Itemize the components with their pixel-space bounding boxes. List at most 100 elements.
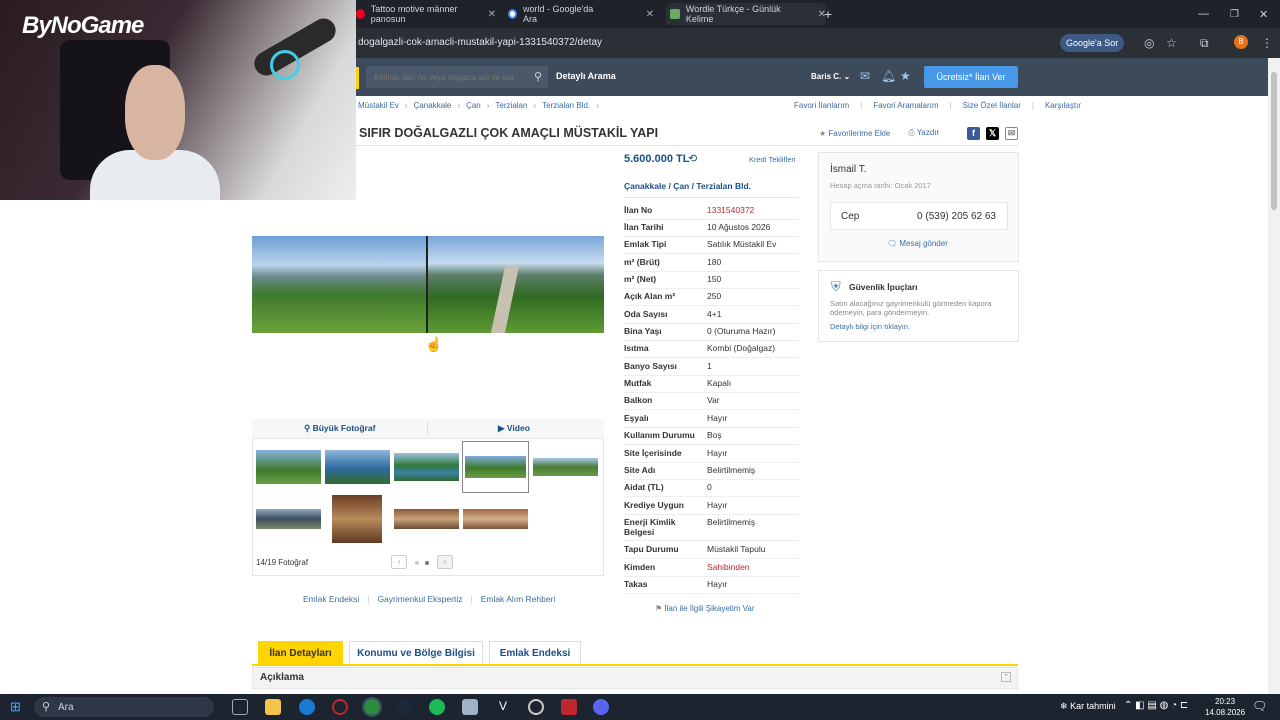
- pager-dot[interactable]: [415, 561, 419, 565]
- minimize-icon[interactable]: —: [1198, 3, 1209, 25]
- valorant-icon[interactable]: V: [495, 699, 511, 715]
- breadcrumb-item[interactable]: Terzialan: [495, 101, 527, 110]
- google-sor-label: Google'a Sor: [1066, 38, 1119, 48]
- spotify-icon[interactable]: [429, 699, 445, 715]
- bookmark-star-icon[interactable]: ☆: [1166, 36, 1177, 50]
- mesaj-gonder-button[interactable]: 🗨︎ Mesaj gönder: [887, 239, 948, 248]
- page-scrollbar[interactable]: [1268, 58, 1280, 694]
- task-view-icon[interactable]: [232, 699, 248, 715]
- seller-name[interactable]: İsmail T.: [830, 164, 867, 175]
- breadcrumb-item[interactable]: Çan: [466, 101, 481, 110]
- facebook-share-icon[interactable]: f: [967, 127, 980, 140]
- prev-photo-button[interactable]: ‹: [391, 555, 407, 569]
- location-neighborhood[interactable]: Terzialan Bld.: [696, 181, 751, 191]
- property-key: Balkon: [624, 395, 653, 405]
- scrollbar-thumb[interactable]: [1271, 72, 1277, 210]
- thumbnail[interactable]: [532, 457, 599, 477]
- size-ozel-link[interactable]: Size Özel İlanlar: [963, 101, 1021, 110]
- pager-dot-active[interactable]: [425, 561, 429, 565]
- tab-ilan-detaylari[interactable]: İlan Detayları: [258, 641, 343, 665]
- notepad-icon[interactable]: [462, 699, 478, 715]
- thumbnail[interactable]: [393, 452, 460, 482]
- restore-icon[interactable]: ❐: [1230, 3, 1239, 25]
- tab-konum[interactable]: Konumu ve Bölge Bilgisi: [349, 641, 483, 665]
- email-share-icon[interactable]: ✉: [1005, 127, 1018, 140]
- property-row: Bina Yaşı 0 (Oturuma Hazır): [624, 324, 799, 341]
- mail-icon[interactable]: ✉: [860, 69, 870, 83]
- sikayet-link[interactable]: ⚑ İlan ile İlgili Şikayetim Var: [655, 604, 755, 613]
- url-text[interactable]: dogalgazli-cok-amacli-mustakil-yapi-1331…: [358, 37, 602, 48]
- buyuk-fotograf-tab[interactable]: ⚲ Büyük Fotoğraf: [304, 423, 375, 434]
- close-window-icon[interactable]: ✕: [1259, 3, 1268, 25]
- eye-off-icon[interactable]: ◎: [1144, 36, 1154, 50]
- property-value[interactable]: Sahibinden: [707, 562, 750, 572]
- video-tab[interactable]: ▶ Video: [498, 423, 530, 434]
- ilan-ver-button[interactable]: Ücretsiz* İlan Ver: [924, 66, 1018, 88]
- profile-avatar[interactable]: B: [1234, 35, 1248, 49]
- menu-kebab-icon[interactable]: ⋮: [1261, 36, 1273, 50]
- breadcrumb-item[interactable]: Çanakkale: [414, 101, 452, 110]
- user-menu[interactable]: Baris C. ⌄: [811, 72, 850, 81]
- favorite-button[interactable]: ★ Favorilerime Ekle: [819, 129, 890, 138]
- google-sor-button[interactable]: Google'a Sor: [1060, 34, 1125, 52]
- thumbnail[interactable]: [255, 449, 322, 485]
- location-district[interactable]: Çan: [673, 181, 689, 191]
- file-explorer-icon[interactable]: [265, 699, 281, 715]
- property-value: 10 Ağustos 2026: [707, 222, 771, 232]
- discord-icon[interactable]: [593, 699, 609, 715]
- page-title: SIFIR DOĞALGAZLI ÇOK AMAÇLI MÜSTAKİL YAP…: [359, 126, 659, 140]
- chrome-icon[interactable]: [362, 697, 382, 717]
- favori-aramalarim-link[interactable]: Favori Aramalarım: [873, 101, 938, 110]
- breadcrumb-item[interactable]: Müstakil Ev: [358, 101, 399, 110]
- system-tray-icons[interactable]: ⌃ ◧ ▤ ◍ ◔ ⊏: [1124, 700, 1188, 711]
- thumbnail[interactable]: [324, 449, 391, 485]
- property-key: Eşyalı: [624, 413, 649, 423]
- breadcrumb-item[interactable]: Terzialan Bld.: [542, 101, 590, 110]
- main-photo[interactable]: [252, 236, 604, 333]
- logo-mark[interactable]: [356, 67, 359, 89]
- location-city[interactable]: Çanakkale: [624, 181, 666, 191]
- search-input[interactable]: [366, 66, 526, 88]
- emlak-endeksi-link[interactable]: Emlak Endeksi: [303, 594, 359, 604]
- thumbnail[interactable]: [255, 508, 322, 530]
- print-button[interactable]: ⎙ Yazdır: [908, 128, 939, 138]
- thumbnail[interactable]: [393, 508, 460, 530]
- bell-icon[interactable]: 🔔︎: [881, 69, 896, 83]
- thumbnail-selected[interactable]: [462, 441, 529, 493]
- new-tab-icon[interactable]: +: [824, 3, 832, 25]
- property-value[interactable]: 1331540372: [707, 205, 754, 215]
- windows-start-icon[interactable]: ⊞: [10, 699, 21, 715]
- clock[interactable]: 20:23 14.08.2026: [1205, 696, 1245, 718]
- close-icon[interactable]: ✕: [488, 9, 496, 20]
- weather-widget[interactable]: ❄ Kar tahmini: [1060, 701, 1116, 712]
- x-share-icon[interactable]: 𝕏: [986, 127, 999, 140]
- gayrimenkul-ekspertiz-link[interactable]: Gayrimenkul Ekspertiz: [377, 594, 462, 604]
- extensions-icon[interactable]: ⧉: [1200, 36, 1209, 51]
- thumbnail[interactable]: [462, 508, 529, 530]
- browser-tab-2[interactable]: world - Google'da Ara ✕: [508, 3, 654, 25]
- steam-icon[interactable]: [396, 699, 412, 715]
- kredi-teklifleri-link[interactable]: Kredi Teklifleri: [749, 155, 796, 164]
- tab-emlak-endeksi[interactable]: Emlak Endeksi: [489, 641, 581, 665]
- next-photo-button[interactable]: ›: [437, 555, 453, 569]
- price-history-icon[interactable]: ⟲: [688, 152, 697, 165]
- collapse-icon[interactable]: ⌃: [1001, 672, 1011, 682]
- opera-icon[interactable]: [332, 699, 348, 715]
- browser-tab-3[interactable]: Wordle Türkçe - Günlük Kelime ✕: [666, 3, 826, 25]
- karsilastir-link[interactable]: Karşılaştır: [1045, 101, 1081, 110]
- notification-icon[interactable]: 🗨︎: [1252, 699, 1267, 713]
- close-icon[interactable]: ✕: [646, 9, 654, 20]
- emlak-alim-rehberi-link[interactable]: Emlak Alım Rehberi: [481, 594, 556, 604]
- favori-ilanlarim-link[interactable]: Favori İlanlarım: [794, 101, 849, 110]
- obs-icon[interactable]: [528, 699, 544, 715]
- security-link[interactable]: Detaylı bilgi için tıklayın.: [830, 322, 910, 331]
- search-icon[interactable]: ⚲: [534, 70, 542, 83]
- browser-tab-1[interactable]: Tattoo motive männer panosun ✕: [356, 3, 496, 25]
- edge-icon[interactable]: [299, 699, 315, 715]
- thumbnail[interactable]: [331, 494, 383, 544]
- star-icon[interactable]: ★: [900, 69, 911, 83]
- phone-number[interactable]: 0 (539) 205 62 63: [917, 211, 996, 222]
- detayli-arama-link[interactable]: Detaylı Arama: [556, 71, 616, 81]
- taskbar-search[interactable]: ⚲ Ara: [34, 697, 214, 717]
- app-icon[interactable]: [561, 699, 577, 715]
